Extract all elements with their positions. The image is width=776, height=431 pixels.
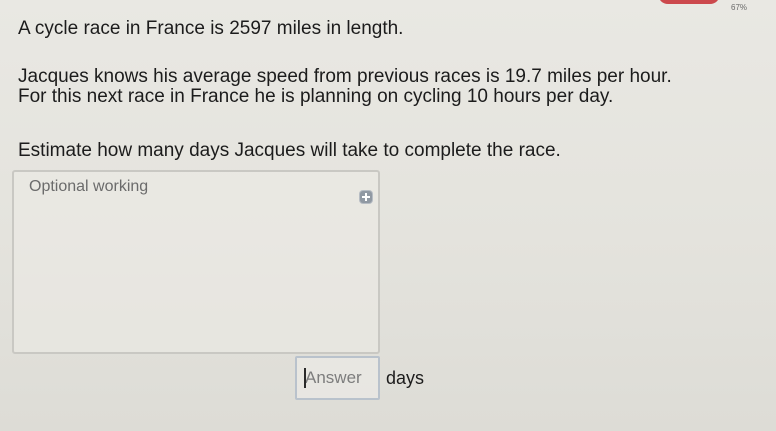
- plus-square-icon[interactable]: [360, 191, 372, 203]
- answer-unit-label: days: [386, 368, 425, 388]
- progress-percent: 67%: [731, 3, 748, 12]
- question-line-average-speed: Jacques knows his average speed from pre…: [18, 66, 672, 87]
- optional-working-label: Optional working: [29, 178, 149, 195]
- optional-working-area[interactable]: Optional working: [12, 170, 380, 354]
- question-line-race-length: A cycle race in France is 2597 miles in …: [18, 18, 404, 39]
- answer-input[interactable]: [295, 356, 380, 400]
- question-line-hours-per-day: For this next race in France he is plann…: [18, 86, 614, 107]
- question-prompt: Estimate how many days Jacques will take…: [18, 140, 561, 161]
- progress-marker: [658, 0, 720, 4]
- text-cursor: [304, 368, 306, 388]
